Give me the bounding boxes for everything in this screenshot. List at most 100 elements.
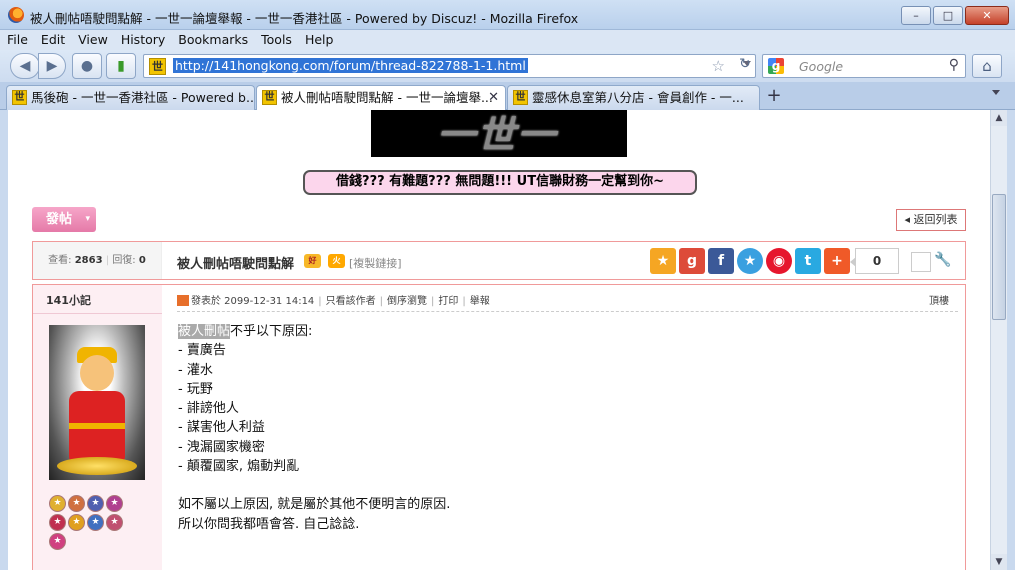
menu-bar: File Edit View History Bookmarks Tools Help [0, 30, 1015, 50]
close-tab-icon[interactable]: ✕ [488, 86, 499, 109]
page-viewport: 一世一 借錢??? 有難題??? 無問題!!! UT信聯財務一定幫到你~ 發帖 … [8, 110, 990, 570]
medal-icon[interactable]: ★ [87, 495, 104, 512]
qzone-icon[interactable]: ★ [737, 248, 763, 274]
site-banner[interactable]: 一世一 [371, 110, 627, 157]
reload-icon[interactable]: ↻ [735, 56, 755, 76]
window-controls: – □ ✕ [901, 6, 1009, 25]
google-engine-icon[interactable]: g [768, 58, 784, 74]
tab-1[interactable]: 世 馬後砲 - 一世一香港社區 - Powered b... [6, 85, 255, 110]
ad-banner[interactable]: 借錢??? 有難題??? 無問題!!! UT信聯財務一定幫到你~ [303, 170, 697, 195]
facebook-icon[interactable]: f [708, 248, 734, 274]
list-tabs-icon[interactable] [992, 90, 1000, 95]
more-share-icon[interactable]: + [824, 248, 850, 274]
tab-2[interactable]: 世 被人刪帖唔駛問點解 - 一世一論壇舉... ✕ [256, 85, 506, 111]
firefox-icon [8, 7, 24, 23]
favorite-icon[interactable]: ★ [650, 248, 676, 274]
navigation-toolbar: ◀ ▶ ● ▮ 世 http://141hongkong.com/forum/t… [0, 50, 1015, 82]
select-checkbox[interactable] [911, 252, 931, 272]
reason-item: - 賣廣告 [178, 343, 226, 359]
search-icon[interactable]: ⚲ [949, 57, 959, 73]
back-to-list-button[interactable]: ◂ 返回列表 [896, 209, 966, 231]
bookmark-star-icon[interactable]: ☆ [712, 57, 725, 75]
new-post-button[interactable]: 發帖 ▾ [32, 207, 96, 232]
avatar-gold [57, 457, 137, 475]
meta-divider [177, 311, 958, 312]
tab-3[interactable]: 世 靈感休息室第八分店 - 會員創作 - 一... [507, 85, 760, 110]
medal-icon[interactable]: ★ [68, 514, 85, 531]
scroll-thumb[interactable] [992, 194, 1006, 320]
banner-logo: 一世一 [437, 112, 558, 157]
back-button[interactable]: ◀ [10, 53, 40, 79]
reason-item: - 謀害他人利益 [178, 420, 265, 436]
reason-item: - 灌水 [178, 362, 213, 378]
scroll-down-icon[interactable]: ▼ [991, 554, 1007, 570]
window-title: 被人刪帖唔駛問點解 - 一世一論壇舉報 - 一世一香港社區 - Powered … [30, 11, 579, 26]
user-icon [177, 295, 189, 306]
close-button[interactable]: ✕ [965, 6, 1009, 25]
window-frame-right [1007, 110, 1015, 570]
minimize-button[interactable]: – [901, 6, 931, 25]
vertical-scrollbar[interactable]: ▲ ▼ [990, 110, 1007, 570]
author-only-link[interactable]: 只看該作者 [326, 296, 376, 307]
medal-icon[interactable]: ★ [106, 514, 123, 531]
post-author[interactable]: 141小記 [46, 292, 91, 308]
forward-button[interactable]: ▶ [38, 53, 66, 79]
search-placeholder: Google [799, 59, 844, 74]
back-arrow-icon: ◂ [904, 213, 911, 226]
post-container: 141小記 ★ ★ ★ ★ ★ ★ ★ ★ ★ 發表於 2099-12-31 1… [32, 284, 966, 570]
url-text[interactable]: http://141hongkong.com/forum/thread-8227… [173, 58, 528, 73]
menu-edit[interactable]: Edit [34, 30, 71, 47]
replies-label: 回復: [112, 255, 136, 266]
tab-strip: 世 馬後砲 - 一世一香港社區 - Powered b... 世 被人刪帖唔駛問… [0, 82, 1015, 111]
search-bar[interactable]: g Google ⚲ [762, 54, 966, 78]
maximize-button[interactable]: □ [933, 6, 963, 25]
menu-view[interactable]: View [71, 30, 114, 47]
medal-icon[interactable]: ★ [49, 495, 66, 512]
back-to-list-label: 返回列表 [913, 213, 958, 226]
menu-history[interactable]: History [114, 30, 171, 47]
signal-bars-icon[interactable]: ▮ [106, 53, 136, 79]
post-meta: 發表於 2099-12-31 14:14 | 只看該作者 | 倒序瀏覽 | 打印 | 舉報 頂樓 [177, 292, 962, 307]
copy-link[interactable]: [複製鏈接] [349, 255, 402, 271]
menu-bookmarks[interactable]: Bookmarks [171, 30, 254, 47]
url-bar[interactable]: 世 http://141hongkong.com/forum/thread-82… [143, 54, 756, 78]
reason-item: - 誹謗他人 [178, 401, 239, 417]
addon-icon[interactable]: ● [72, 53, 102, 79]
post-line: 被人刪帖不乎以下原因: [178, 322, 938, 341]
closing-line: 所以你問我都唔會答. 自己諗諗. [178, 516, 360, 532]
sidebar-divider [33, 313, 162, 314]
weibo-icon[interactable]: ◉ [766, 248, 792, 274]
report-link[interactable]: 舉報 [470, 296, 490, 307]
views-label: 查看: [48, 255, 72, 266]
window-titlebar: 被人刪帖唔駛問點解 - 一世一論壇舉報 - 一世一香港社區 - Powered … [0, 0, 1015, 30]
scroll-up-icon[interactable]: ▲ [991, 110, 1007, 126]
reverse-order-link[interactable]: 倒序瀏覽 [387, 296, 427, 307]
reason-item: - 洩漏國家機密 [178, 439, 265, 455]
share-counter: 0 [850, 248, 899, 274]
print-link[interactable]: 打印 [438, 296, 458, 307]
medal-icon[interactable]: ★ [49, 533, 66, 550]
thread-title: 被人刪帖唔駛問點解 [177, 257, 295, 272]
tab-favicon-icon: 世 [12, 90, 27, 105]
new-tab-icon[interactable]: + [762, 86, 786, 108]
wrench-icon[interactable]: 🔧 [934, 252, 951, 268]
thread-stats: 查看: 2863 | 回復: 0 [33, 242, 162, 279]
closing-line: 如不屬以上原因, 就是屬於其他不便明言的原因. [178, 497, 451, 513]
menu-tools[interactable]: Tools [254, 30, 298, 47]
google-bookmark-icon[interactable]: g [679, 248, 705, 274]
avatar[interactable] [49, 325, 145, 480]
medal-icon[interactable]: ★ [106, 495, 123, 512]
medal-icon[interactable]: ★ [68, 495, 85, 512]
views-count: 2863 [74, 255, 103, 266]
menu-file[interactable]: File [0, 30, 34, 47]
medal-list: ★ ★ ★ ★ ★ ★ ★ ★ ★ [49, 495, 139, 550]
post-intro: 不乎以下原因: [230, 324, 313, 339]
twitter-icon[interactable]: t [795, 248, 821, 274]
home-button[interactable]: ⌂ [972, 54, 1002, 78]
post-sidebar: 141小記 ★ ★ ★ ★ ★ ★ ★ ★ ★ [33, 285, 162, 570]
menu-help[interactable]: Help [298, 30, 340, 47]
highlighted-text: 被人刪帖 [178, 324, 231, 339]
medal-icon[interactable]: ★ [49, 514, 66, 531]
medal-icon[interactable]: ★ [87, 514, 104, 531]
